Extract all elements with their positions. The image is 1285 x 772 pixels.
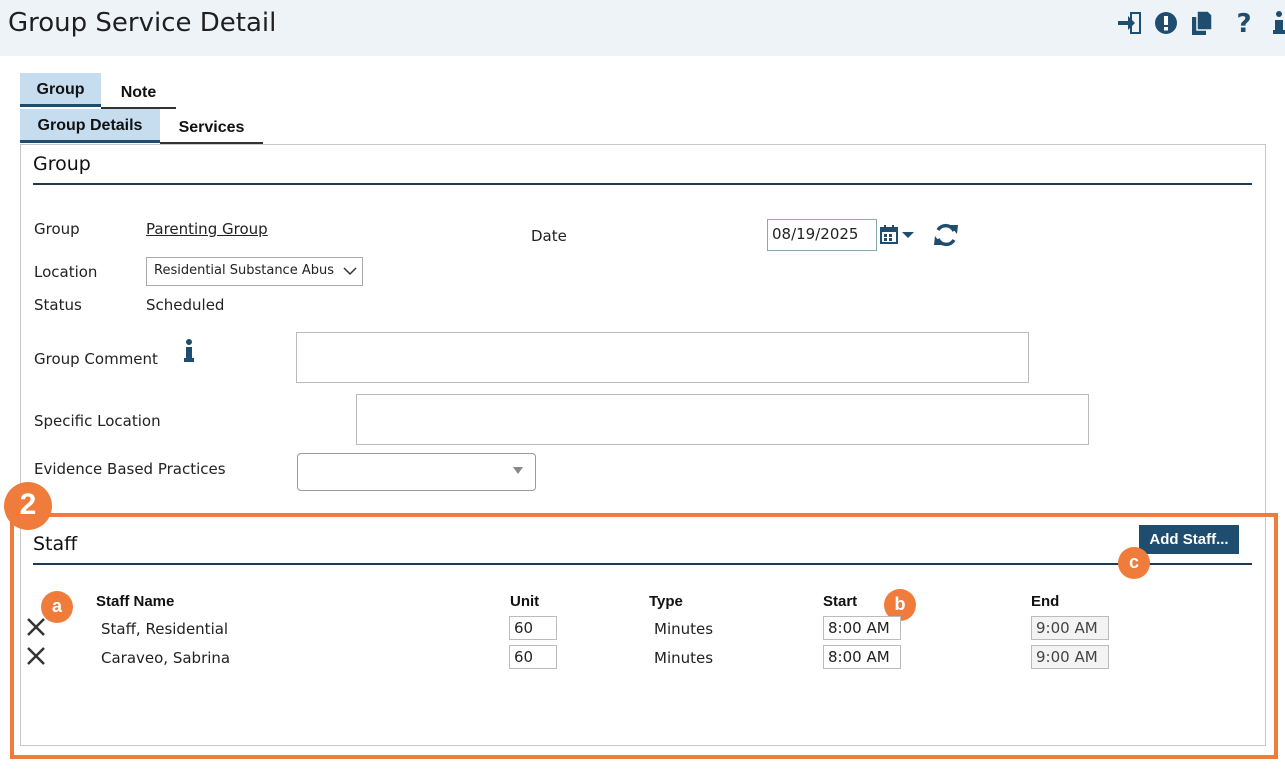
calendar-dropdown-icon[interactable]	[880, 225, 916, 245]
staff-section-title: Staff	[33, 533, 78, 555]
evidence-based-practices-select[interactable]	[297, 453, 536, 491]
section-badge-2: 2	[4, 482, 52, 530]
tab-note[interactable]: Note	[101, 76, 176, 109]
col-type: Type	[649, 593, 683, 610]
start-time-input[interactable]: 8:00 AM	[823, 616, 901, 640]
group-section-divider	[33, 183, 1252, 185]
col-end: End	[1031, 593, 1060, 610]
col-unit: Unit	[510, 593, 540, 610]
svg-text:?: ?	[1236, 10, 1251, 36]
staff-name-cell: Staff, Residential	[101, 620, 229, 638]
status-label: Status	[34, 296, 82, 314]
remove-staff-icon[interactable]	[26, 646, 46, 666]
help-icon[interactable]: ?	[1232, 10, 1256, 36]
end-time-input: 9:00 AM	[1031, 645, 1109, 669]
group-comment-field[interactable]	[296, 332, 1029, 383]
info-icon[interactable]	[1270, 10, 1285, 36]
tab-group[interactable]: Group	[20, 73, 101, 107]
start-time-input[interactable]: 8:00 AM	[823, 645, 901, 669]
date-input[interactable]: 08/19/2025	[767, 219, 877, 251]
col-staff-name: Staff Name	[96, 593, 175, 610]
staff-section-divider	[33, 563, 1252, 565]
sign-in-icon[interactable]	[1118, 10, 1142, 36]
refresh-icon[interactable]	[933, 222, 959, 248]
col-start: Start	[823, 593, 858, 610]
location-select-value: Residential Substance Abus	[154, 263, 334, 278]
badge-c: c	[1118, 547, 1150, 579]
dropdown-arrow-icon	[513, 467, 523, 474]
type-cell: Minutes	[654, 620, 714, 638]
status-value: Scheduled	[146, 296, 225, 314]
specific-location-label: Specific Location	[34, 412, 161, 430]
copy-icon[interactable]	[1190, 10, 1214, 36]
specific-location-field[interactable]	[356, 394, 1089, 445]
remove-staff-icon[interactable]	[26, 617, 46, 637]
group-link[interactable]: Parenting Group	[146, 220, 268, 238]
end-time-input: 9:00 AM	[1031, 616, 1109, 640]
location-label: Location	[34, 263, 98, 281]
page-title: Group Service Detail	[8, 8, 277, 38]
location-select[interactable]: Residential Substance Abus	[146, 257, 363, 286]
tab-services[interactable]: Services	[160, 112, 263, 144]
chevron-down-icon	[343, 267, 357, 276]
alert-icon[interactable]	[1154, 10, 1178, 36]
staff-name-cell: Caraveo, Sabrina	[101, 649, 231, 667]
unit-input[interactable]: 60	[509, 645, 557, 669]
evidence-based-practices-label: Evidence Based Practices	[34, 460, 226, 478]
type-cell: Minutes	[654, 649, 714, 667]
tab-group-details[interactable]: Group Details	[20, 109, 160, 143]
group-section-title: Group	[33, 153, 91, 175]
group-comment-label: Group Comment	[34, 350, 158, 368]
date-label: Date	[531, 227, 567, 245]
info-icon[interactable]	[183, 339, 195, 363]
add-staff-button[interactable]: Add Staff...	[1139, 525, 1239, 554]
group-label: Group	[34, 220, 80, 238]
unit-input[interactable]: 60	[509, 616, 557, 640]
